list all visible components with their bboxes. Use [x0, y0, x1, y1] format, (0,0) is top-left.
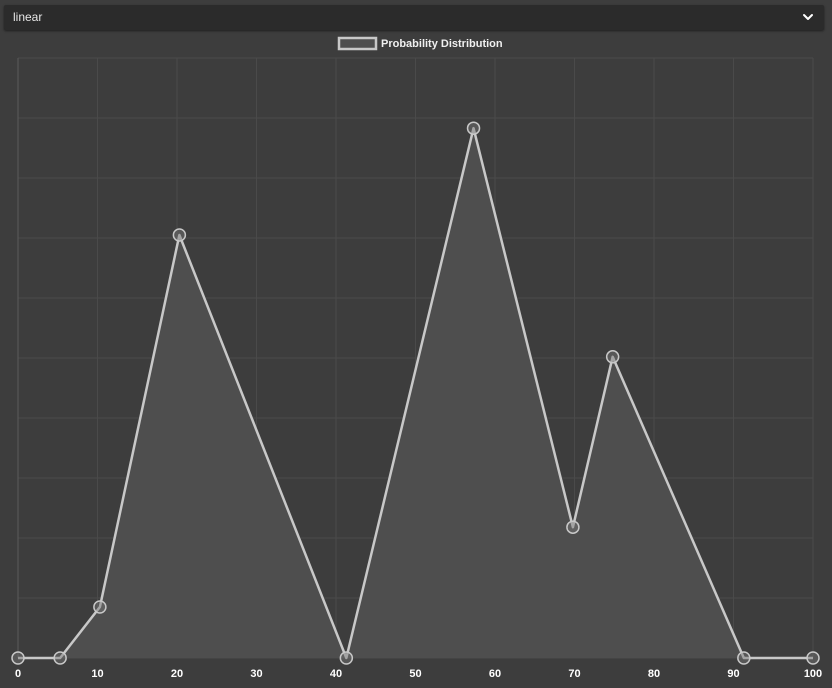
legend[interactable]: Probability Distribution	[337, 36, 503, 51]
data-point	[566, 520, 580, 534]
data-point	[53, 651, 67, 665]
data-point	[93, 600, 107, 614]
data-point	[466, 121, 481, 135]
data-point	[806, 651, 820, 665]
data-point	[605, 350, 620, 364]
x-tick-label: 90	[727, 668, 739, 680]
x-tick-label: 40	[330, 668, 342, 680]
line-chart: Probability Distribution 0 10 20 30 40 50 60 70…	[11, 36, 822, 680]
scale-dropdown[interactable]: linear	[4, 5, 824, 30]
scale-dropdown-value: linear	[13, 10, 43, 24]
x-tick-label: 60	[489, 668, 501, 680]
x-tick-label: 10	[91, 668, 103, 680]
data-point	[11, 651, 25, 665]
x-tick-label: 50	[409, 668, 421, 680]
x-tick-label: 100	[804, 668, 822, 680]
x-tick-label: 0	[15, 668, 21, 680]
x-tick-label: 20	[171, 668, 183, 680]
x-tick-label: 70	[568, 668, 580, 680]
chart-panel: linear Probability Distribution 0 10 20 30 4…	[0, 0, 832, 688]
data-point	[737, 651, 751, 665]
x-tick-label: 80	[648, 668, 660, 680]
data-point	[339, 651, 354, 665]
x-axis-ticks: 0 10 20 30 40 50 60 70 80 90 100	[15, 668, 822, 680]
data-point	[172, 228, 187, 242]
x-tick-label: 30	[250, 668, 262, 680]
legend-swatch	[337, 36, 378, 51]
legend-label: Probability Distribution	[381, 38, 503, 50]
chevron-down-icon	[803, 14, 813, 20]
